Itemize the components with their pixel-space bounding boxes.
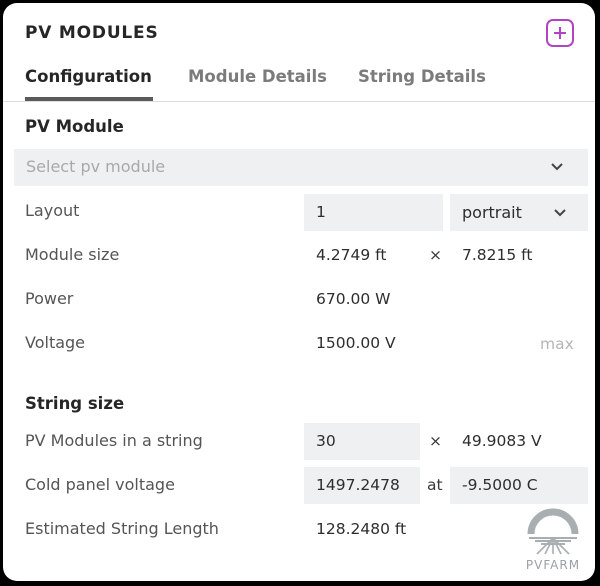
tab-string-details[interactable]: String Details bbox=[358, 67, 486, 86]
select-placeholder: Select pv module bbox=[26, 157, 166, 176]
cold-panel-voltage-value: 1497.2478 bbox=[316, 476, 400, 494]
power-label: Power bbox=[25, 289, 74, 308]
temperature-value: -9.5000 C bbox=[462, 476, 538, 494]
layout-count-input[interactable]: 1 bbox=[304, 194, 443, 231]
layout-orientation-value: portrait bbox=[462, 203, 522, 222]
at-label: at bbox=[427, 476, 443, 494]
collapse-button[interactable] bbox=[546, 19, 574, 47]
string-voltage-value: 49.9083 V bbox=[462, 432, 542, 450]
size-separator: × bbox=[429, 246, 442, 264]
temperature-input[interactable]: -9.5000 C bbox=[450, 467, 588, 504]
layout-label: Layout bbox=[25, 201, 80, 220]
tab-module-details[interactable]: Module Details bbox=[188, 67, 327, 86]
string-separator: × bbox=[429, 432, 442, 450]
pvfarm-logo-icon bbox=[527, 508, 579, 555]
tab-bar: Configuration Module Details String Deta… bbox=[3, 61, 595, 102]
voltage-label: Voltage bbox=[25, 333, 86, 352]
module-size-label: Module size bbox=[25, 245, 120, 264]
module-height-value: 7.8215 ft bbox=[462, 246, 533, 264]
modules-in-string-value: 30 bbox=[316, 432, 336, 450]
pv-modules-panel: PV MODULES Configuration Module Details … bbox=[3, 3, 595, 581]
tab-configuration[interactable]: Configuration bbox=[25, 67, 152, 86]
cold-panel-voltage-input[interactable]: 1497.2478 bbox=[304, 467, 420, 504]
estimated-length-label: Estimated String Length bbox=[25, 519, 219, 538]
panel-title: PV MODULES bbox=[25, 23, 159, 43]
layout-count-value: 1 bbox=[316, 203, 326, 221]
voltage-value: 1500.00 V bbox=[316, 334, 396, 352]
active-tab-indicator bbox=[25, 97, 153, 101]
modules-in-string-input[interactable]: 30 bbox=[304, 423, 420, 460]
cold-panel-voltage-label: Cold panel voltage bbox=[25, 475, 175, 494]
pvfarm-logo: PVFARM bbox=[523, 508, 583, 576]
module-width-value: 4.2749 ft bbox=[316, 246, 387, 264]
voltage-max-suffix: max bbox=[540, 335, 574, 353]
string-size-section-title: String size bbox=[25, 394, 125, 413]
chevron-down-icon bbox=[551, 163, 563, 171]
power-value: 670.00 W bbox=[316, 290, 391, 308]
pv-module-section-title: PV Module bbox=[25, 117, 124, 136]
collapse-icon bbox=[554, 27, 566, 39]
pvfarm-logo-text: PVFARM bbox=[525, 558, 581, 572]
modules-in-string-label: PV Modules in a string bbox=[25, 431, 203, 450]
chevron-down-icon bbox=[554, 209, 566, 217]
estimated-length-value: 128.2480 ft bbox=[316, 520, 407, 538]
layout-orientation-select[interactable]: portrait bbox=[450, 194, 588, 231]
pv-module-select[interactable]: Select pv module bbox=[14, 149, 588, 186]
